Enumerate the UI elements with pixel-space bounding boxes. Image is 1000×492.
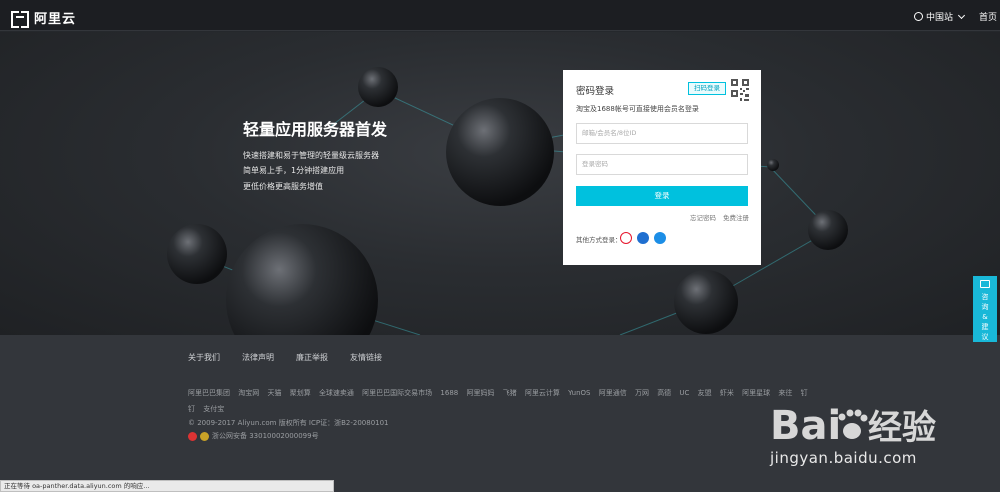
feedback-label: 咨询&建议 bbox=[981, 293, 989, 341]
login-hint: 淘宝及1688帐号可直接使用会员名登录 bbox=[576, 105, 699, 113]
copyright-text: © 2009-2017 Aliyun.com 版权所有 ICP证：浙B2-200… bbox=[188, 419, 389, 427]
footer-nav-legal[interactable]: 法律声明 bbox=[242, 352, 274, 363]
footer-link[interactable]: 阿里通信 bbox=[599, 389, 627, 397]
footer-link[interactable]: 飞猪 bbox=[503, 389, 517, 397]
footer-link[interactable]: 阿里云计算 bbox=[525, 389, 560, 397]
taobao-icon[interactable] bbox=[637, 232, 649, 244]
aliyun-logo-icon bbox=[11, 11, 29, 28]
footer-link[interactable]: 聚划算 bbox=[290, 389, 311, 397]
hero-title: 轻量应用服务器首发 bbox=[243, 120, 388, 139]
footer-link[interactable]: 阿里星球 bbox=[742, 389, 770, 397]
username-input[interactable]: 邮箱/会员名/8位ID bbox=[576, 123, 748, 144]
hero-line: 快速搭建和易于管理的轻量级云服务器 bbox=[243, 151, 379, 160]
footer-link[interactable]: 阿里巴巴国际交易市场 bbox=[362, 389, 432, 397]
region-selector[interactable]: 中国站 bbox=[914, 10, 966, 23]
hero-line: 更低价格更高服务增值 bbox=[243, 182, 323, 191]
top-navigation-bar: 阿里云 中国站 首页 bbox=[0, 0, 1000, 31]
footer-link[interactable]: 支付宝 bbox=[203, 405, 224, 413]
hero-line: 简单易上手，1分钟搭建应用 bbox=[243, 166, 345, 175]
footer-link-list: 阿里巴巴集团 淘宝网 天猫 聚划算 全球速卖通 阿里巴巴国际交易市场 1688 … bbox=[188, 385, 808, 417]
login-title: 密码登录 bbox=[576, 86, 615, 97]
login-panel: 密码登录 扫码登录 淘宝及1688帐号可直接使用会员名登录 邮箱/会员名/8位I… bbox=[563, 70, 761, 265]
emblem-icon bbox=[200, 431, 209, 441]
police-badge-icon bbox=[188, 431, 197, 441]
footer-link[interactable]: 淘宝网 bbox=[238, 389, 259, 397]
feedback-side-tab[interactable]: 咨询&建议 bbox=[973, 276, 997, 342]
forgot-password-link[interactable]: 忘记密码 bbox=[690, 212, 716, 222]
home-link[interactable]: 首页 bbox=[979, 10, 997, 23]
browser-status-bar: 正在等待 oa-panther.data.aliyun.com 的响应... bbox=[0, 480, 334, 492]
weibo-icon[interactable] bbox=[620, 232, 632, 244]
svg-text:Bai: Bai bbox=[770, 403, 841, 449]
footer-nav-report[interactable]: 廉正举报 bbox=[296, 352, 328, 363]
hero-banner: 轻量应用服务器首发 快速搭建和易于管理的轻量级云服务器 简单易上手，1分钟搭建应… bbox=[0, 32, 1000, 335]
footer-link[interactable]: 1688 bbox=[440, 389, 458, 397]
footer-nav-about[interactable]: 关于我们 bbox=[188, 352, 220, 363]
qr-code-icon[interactable] bbox=[731, 79, 749, 101]
footer-link[interactable]: 阿里妈妈 bbox=[466, 389, 494, 397]
footer-link[interactable]: 友盟 bbox=[698, 389, 712, 397]
hero-background-art bbox=[167, 67, 848, 335]
chevron-down-icon bbox=[957, 11, 966, 19]
footer-link[interactable]: 高德 bbox=[657, 389, 671, 397]
footer-link[interactable]: UC bbox=[679, 389, 689, 397]
password-input[interactable]: 登录密码 bbox=[576, 154, 748, 175]
register-link[interactable]: 免费注册 bbox=[723, 212, 749, 222]
footer-link[interactable]: 全球速卖通 bbox=[319, 389, 354, 397]
footer-link[interactable]: 万网 bbox=[635, 389, 649, 397]
beian-text[interactable]: 浙公网安备 33010002000099号 bbox=[212, 431, 319, 441]
svg-text:经验: 经验 bbox=[868, 408, 936, 448]
footer-link[interactable]: 阿里巴巴集团 bbox=[188, 389, 230, 397]
message-icon bbox=[980, 280, 990, 288]
globe-icon bbox=[914, 12, 923, 21]
logo-text: 阿里云 bbox=[34, 12, 77, 27]
footer-link[interactable]: YunOS bbox=[568, 389, 590, 397]
beian-record: 浙公网安备 33010002000099号 bbox=[188, 431, 319, 441]
alipay-icon[interactable] bbox=[654, 232, 666, 244]
watermark-url: jingyan.baidu.com bbox=[770, 449, 917, 467]
footer-link[interactable]: 天猫 bbox=[267, 389, 281, 397]
footer-nav-friend-links[interactable]: 友情链接 bbox=[350, 352, 382, 363]
qr-login-tag[interactable]: 扫码登录 bbox=[688, 82, 726, 95]
region-label: 中国站 bbox=[926, 13, 954, 23]
footer-link[interactable]: 虾米 bbox=[720, 389, 734, 397]
other-login-label: 其他方式登录： bbox=[576, 236, 622, 244]
login-button[interactable]: 登录 bbox=[576, 186, 748, 206]
aliyun-logo[interactable]: 阿里云 bbox=[11, 8, 77, 28]
